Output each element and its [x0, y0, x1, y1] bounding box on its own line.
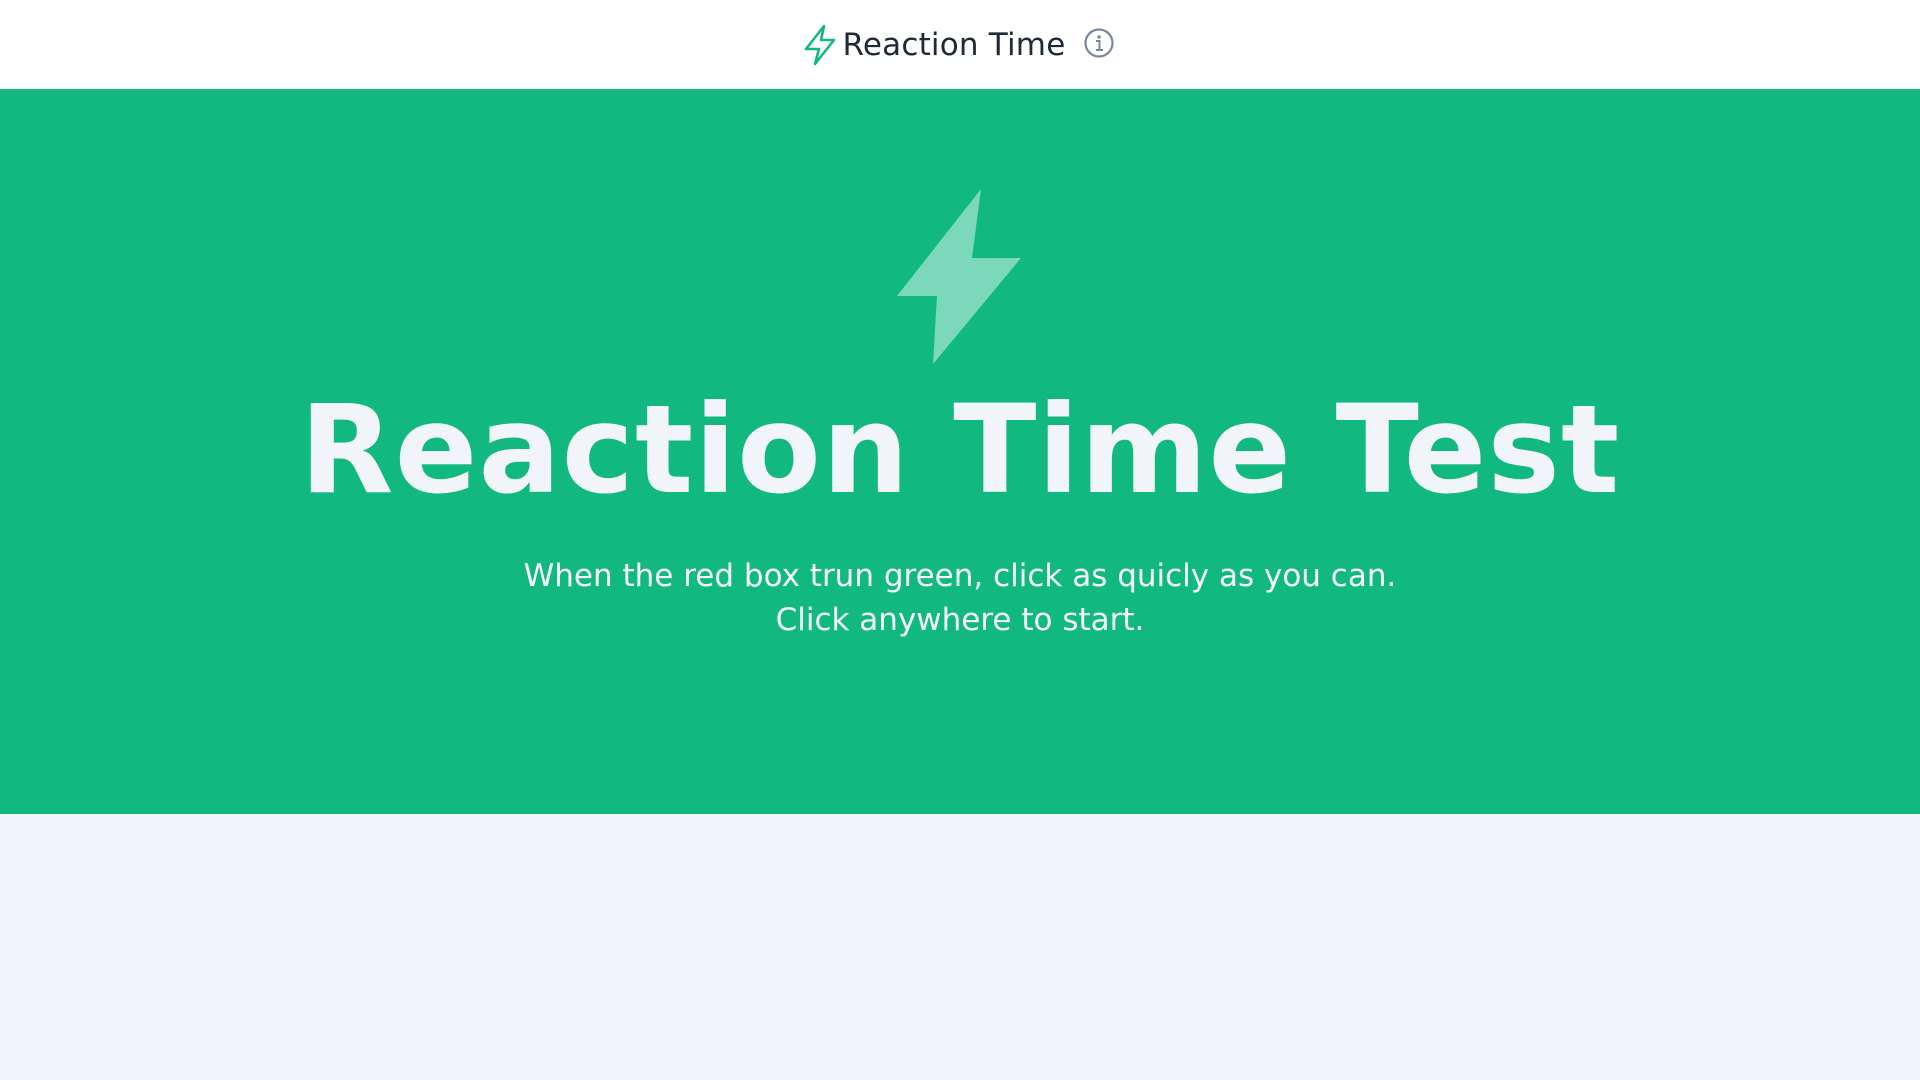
brand[interactable]: Reaction Time [803, 24, 1116, 66]
lightning-bolt-icon [804, 24, 835, 65]
page-background [0, 814, 1920, 1080]
info-icon[interactable] [1083, 27, 1115, 59]
app-title: Reaction Time [842, 26, 1066, 63]
instruction-line: When the red box trun green, click as qu… [523, 558, 1397, 594]
instructions: When the red box trun green, click as qu… [524, 554, 1397, 642]
lightning-bolt-icon [897, 189, 1021, 364]
reaction-click-area[interactable]: Reaction Time Test When the red box trun… [0, 89, 1920, 814]
top-header: Reaction Time [0, 0, 1920, 89]
page-title: Reaction Time Test [299, 379, 1621, 521]
start-hint: Click anywhere to start. [775, 602, 1145, 638]
